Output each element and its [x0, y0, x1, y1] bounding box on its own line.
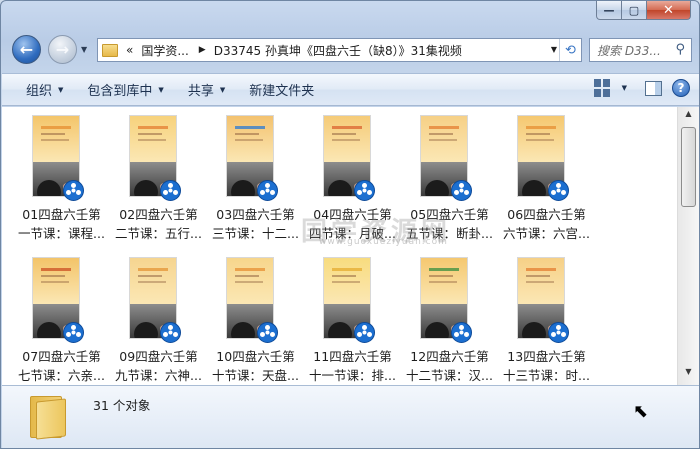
command-bar: 组织 ▼ 包含到库中 ▼ 共享 ▼ 新建文件夹 ▼ ? [2, 73, 699, 106]
folder-icon [102, 43, 118, 57]
video-file-icon [451, 322, 472, 343]
file-name-line-2: 十节课：天盘... [212, 368, 299, 383]
scroll-down-icon[interactable]: ▼ [681, 367, 696, 383]
video-file-icon [257, 180, 278, 201]
include-in-library-label: 包含到库中 [87, 84, 153, 99]
file-name-line-1: 13四盘六壬第 [507, 349, 586, 364]
folder-icon [30, 394, 68, 440]
file-name-line-2: 一节课：课程... [18, 226, 105, 241]
file-name: 12四盘六壬第 十二节课：汉... [401, 347, 498, 385]
minimize-button[interactable]: — [596, 1, 622, 20]
video-file-icon [451, 180, 472, 201]
back-button[interactable]: ← [12, 35, 41, 64]
file-name: 10四盘六壬第 十节课：天盘... [207, 347, 304, 385]
search-icon[interactable]: ⚲ [675, 42, 685, 57]
search-placeholder: 搜索 D33... [597, 43, 661, 58]
file-name-line-2: 六节课：六宫... [503, 226, 590, 241]
change-view-icon[interactable] [593, 79, 612, 97]
file-name-line-1: 07四盘六壬第 [22, 349, 101, 364]
breadcrumb-current[interactable]: D33745 孙真坤《四盘六壬（缺8）》31集视频 [214, 42, 462, 59]
file-name-line-1: 03四盘六壬第 [216, 207, 295, 222]
file-name-line-1: 05四盘六壬第 [410, 207, 489, 222]
vertical-scrollbar[interactable]: ▲ ▼ [677, 107, 699, 385]
item-count: 31 个对象 [93, 398, 151, 413]
arrow-left-icon: ← [19, 40, 34, 59]
chevron-down-icon: ▼ [58, 85, 64, 94]
file-name: 01四盘六壬第 一节课：课程... [13, 205, 110, 243]
file-name-line-1: 09四盘六壬第 [119, 349, 198, 364]
view-options-dropdown[interactable]: ▼ [622, 84, 627, 92]
forward-button[interactable]: → [48, 35, 77, 64]
video-file-icon [160, 180, 181, 201]
file-name-line-1: 01四盘六壬第 [22, 207, 101, 222]
file-name-line-1: 04四盘六壬第 [313, 207, 392, 222]
organize-menu[interactable]: 组织 ▼ [26, 80, 63, 99]
new-folder-label: 新建文件夹 [249, 84, 315, 99]
scrollbar-thumb[interactable] [681, 127, 696, 207]
include-in-library-menu[interactable]: 包含到库中 ▼ [87, 80, 163, 99]
breadcrumb-separator-icon[interactable]: ▶ [199, 45, 206, 55]
watermark-url: www.guoxueziyuan.com [319, 237, 448, 247]
file-name-line-1: 06四盘六壬第 [507, 207, 586, 222]
file-name: 06四盘六壬第 六节课：六宫... [498, 205, 595, 243]
video-file-icon [354, 180, 375, 201]
file-name-line-2: 九节课：六神... [115, 368, 202, 383]
help-icon[interactable]: ? [672, 79, 690, 97]
file-name-line-2: 七节课：六亲... [18, 368, 105, 383]
file-name-line-2: 三节课：十二... [212, 226, 299, 241]
file-name-line-1: 12四盘六壬第 [410, 349, 489, 364]
video-file-icon [63, 322, 84, 343]
explorer-window: — ▢ ✕ ← → ▼ « 国学资... ▶ D33745 孙真坤《四盘六壬（缺… [0, 0, 700, 449]
video-file-icon [160, 322, 181, 343]
file-name-line-2: 十二节课：汉... [406, 368, 493, 383]
mouse-cursor-icon: ⬉ [633, 401, 649, 422]
refresh-icon[interactable]: ⟲ [559, 39, 581, 61]
arrow-right-icon: → [55, 40, 70, 59]
video-file-icon [548, 180, 569, 201]
breadcrumb-overflow[interactable]: « [126, 43, 133, 57]
share-label: 共享 [187, 84, 214, 99]
chevron-down-icon: ▼ [158, 85, 164, 94]
file-name-line-1: 10四盘六壬第 [216, 349, 295, 364]
video-file-icon [63, 180, 84, 201]
file-name: 13四盘六壬第 十三节课：时... [498, 347, 595, 385]
maximize-button[interactable]: ▢ [622, 1, 647, 20]
file-name: 09四盘六壬第 九节课：六神... [110, 347, 207, 385]
share-menu[interactable]: 共享 ▼ [188, 80, 225, 99]
video-file-icon [354, 322, 375, 343]
file-name-line-1: 02四盘六壬第 [119, 207, 198, 222]
new-folder-button[interactable]: 新建文件夹 [249, 80, 314, 99]
file-name: 02四盘六壬第 二节课：五行... [110, 205, 207, 243]
toolbar-right-group: ▼ ? [593, 79, 690, 97]
details-pane: 31 个对象 [2, 385, 699, 448]
preview-pane-icon[interactable] [645, 80, 662, 96]
breadcrumb-item[interactable]: 国学资... [141, 42, 188, 59]
address-bar[interactable]: « 国学资... ▶ D33745 孙真坤《四盘六壬（缺8）》31集视频 ▼ ⟲ [97, 38, 582, 62]
search-input[interactable]: 搜索 D33... ⚲ [589, 38, 692, 62]
file-name-line-2: 十三节课：时... [503, 368, 590, 383]
file-name: 11四盘六壬第 十一节课：排... [304, 347, 401, 385]
address-dropdown-icon[interactable]: ▼ [551, 45, 557, 54]
file-name: 03四盘六壬第 三节课：十二... [207, 205, 304, 243]
recent-pages-dropdown[interactable]: ▼ [81, 45, 87, 54]
file-name-line-2: 十一节课：排... [309, 368, 396, 383]
file-name: 07四盘六壬第 七节课：六亲... [13, 347, 110, 385]
file-name-line-1: 11四盘六壬第 [313, 349, 392, 364]
close-button[interactable]: ✕ [647, 1, 691, 20]
scroll-up-icon[interactable]: ▲ [681, 109, 696, 125]
chevron-down-icon: ▼ [219, 85, 226, 94]
caption-buttons: — ▢ ✕ [596, 1, 691, 20]
organize-label: 组织 [26, 84, 53, 99]
video-file-icon [257, 322, 278, 343]
video-file-icon [548, 322, 569, 343]
file-name-line-2: 二节课：五行... [115, 226, 202, 241]
